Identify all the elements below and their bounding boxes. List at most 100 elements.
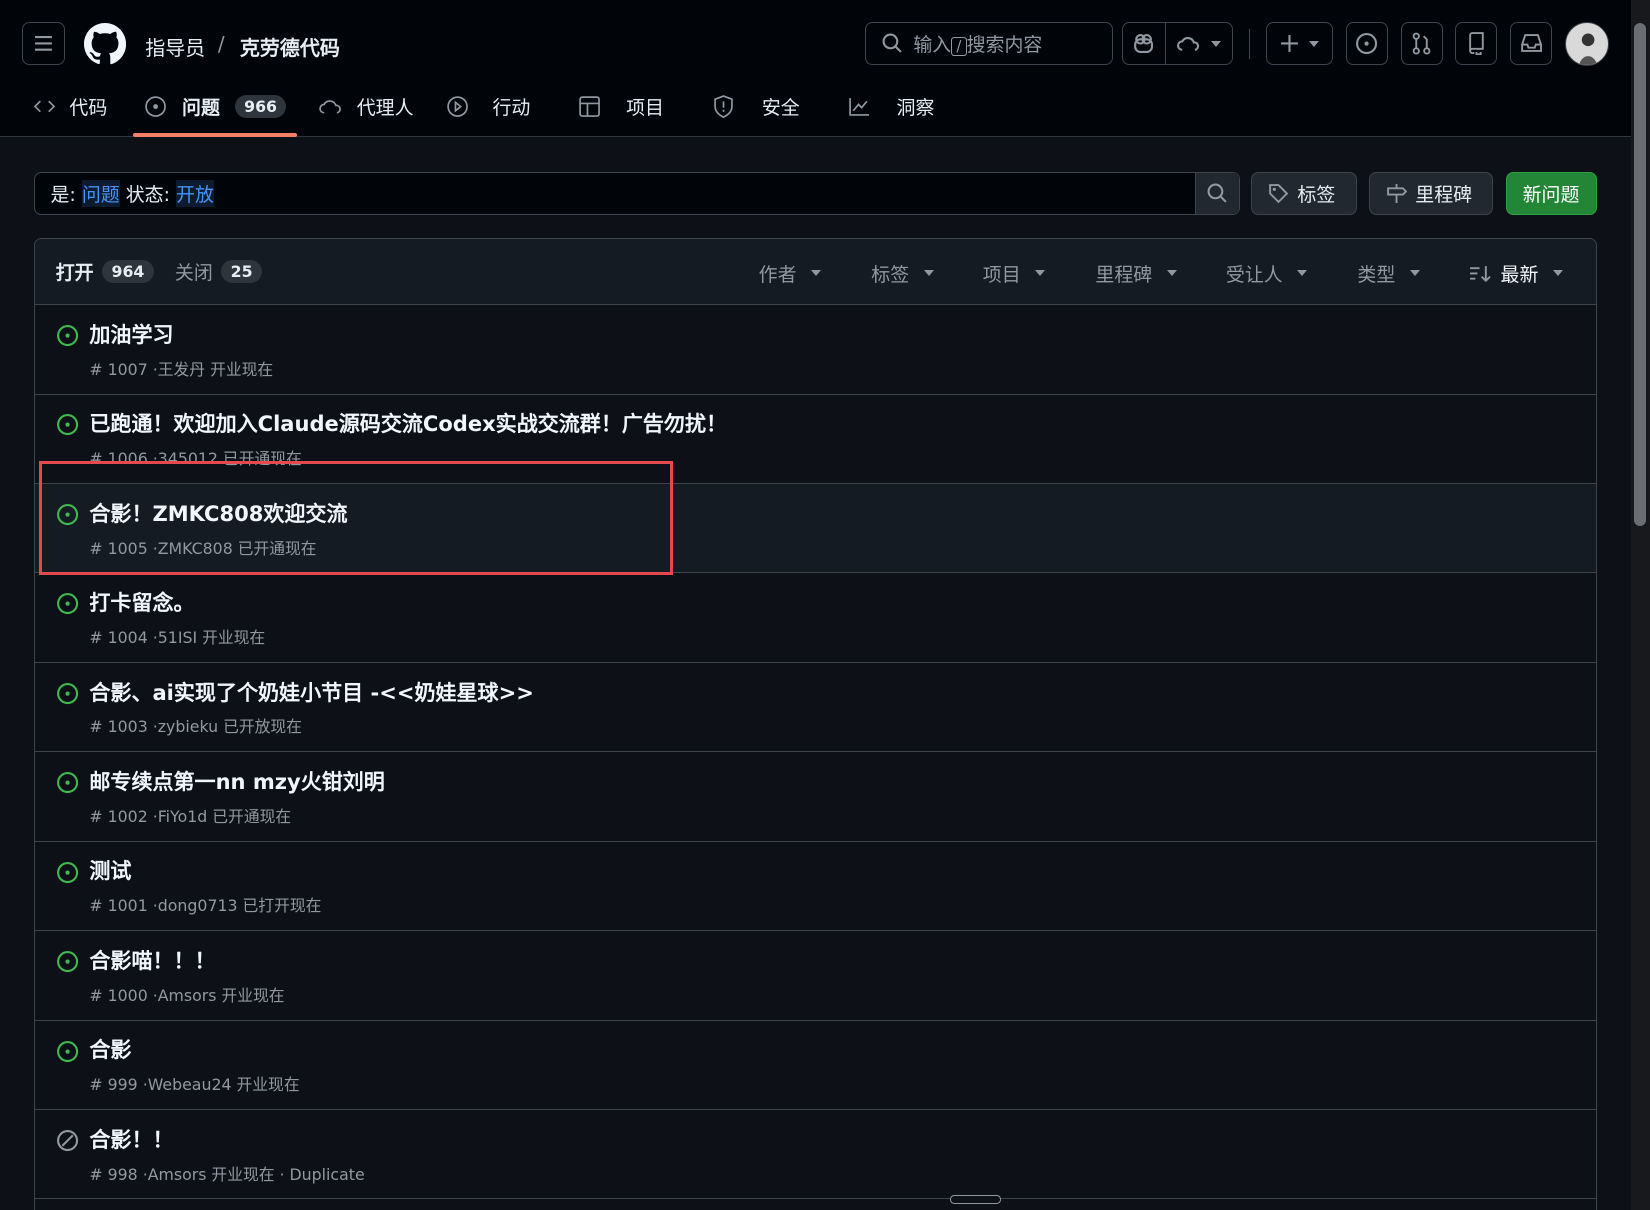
issue-row[interactable]: 合影喵！！！ # 1000 ·Amsors 开业现在 xyxy=(34,931,1597,1021)
issue-meta: # 998 ·Amsors 开业现在 · Duplicate xyxy=(89,1164,365,1184)
author-filter[interactable]: 作者 xyxy=(759,260,822,287)
sort-dropdown[interactable]: 最新 xyxy=(1469,260,1564,287)
filter-label: 项目 xyxy=(982,263,1021,286)
issue-title-link[interactable]: 打卡留念。 xyxy=(89,587,194,617)
milestone-icon xyxy=(1386,183,1407,203)
horizontal-scrollbar[interactable] xyxy=(950,1195,1001,1204)
inbox-icon xyxy=(1520,34,1542,52)
milestones-filter[interactable]: 里程碑 xyxy=(1095,260,1177,287)
labels-button-label: 标签 xyxy=(1297,183,1336,206)
copilot-group xyxy=(1121,22,1234,66)
issue-title-link[interactable]: 已跑通！欢迎加入Claude源码交流Codex实战交流群！广告勿扰！ xyxy=(89,408,727,438)
pull-requests-button[interactable] xyxy=(1400,22,1443,66)
new-issue-button[interactable]: 新问题 xyxy=(1505,171,1598,215)
milestones-button[interactable]: 里程碑 xyxy=(1369,171,1494,215)
tab-agents[interactable]: 代理人 xyxy=(319,90,414,122)
issue-title-link[interactable]: 邮专续点第一nn mzy火钳刘明 xyxy=(89,766,384,796)
chevron-down-icon xyxy=(1309,40,1320,47)
filter-value: 开放 xyxy=(176,179,214,207)
issue-meta: # 999 ·Webeau24 开业现在 xyxy=(89,1075,300,1095)
global-search-input[interactable]: 输入 / 搜索内容 xyxy=(864,22,1114,66)
tab-insights[interactable]: 洞察 xyxy=(848,90,934,122)
search-placeholder-suffix: 搜索内容 xyxy=(966,34,1043,57)
tab-projects[interactable]: 项目 xyxy=(578,90,664,122)
agent-icon xyxy=(319,100,341,114)
vertical-scrollbar[interactable] xyxy=(1631,0,1650,1210)
chevron-down-icon xyxy=(1210,40,1221,47)
issues-button[interactable] xyxy=(1345,22,1388,66)
issue-meta: # 1004 ·51ISI 开业现在 xyxy=(89,627,266,647)
filter-label: 类型 xyxy=(1357,263,1396,286)
pull-request-icon xyxy=(1412,32,1431,55)
issue-open-icon xyxy=(56,951,78,973)
issue-row[interactable]: 合影！！ # 998 ·Amsors 开业现在 · Duplicate xyxy=(34,1110,1597,1200)
filter-search-button[interactable] xyxy=(1195,172,1239,214)
closed-count-badge: 25 xyxy=(221,259,263,284)
tab-label: 项目 xyxy=(626,96,664,119)
filter-key: 是: xyxy=(50,183,76,206)
issue-title-link[interactable]: 合影、ai实现了个奶娃小节目 -<<奶娃星球>> xyxy=(89,677,533,707)
chevron-down-icon xyxy=(1035,270,1046,277)
hamburger-icon xyxy=(35,36,53,52)
type-filter[interactable]: 类型 xyxy=(1357,260,1421,287)
copilot-button[interactable] xyxy=(1123,23,1166,65)
highlight-annotation-box xyxy=(38,460,674,575)
tab-label: 洞察 xyxy=(896,96,935,119)
labels-filter[interactable]: 标签 xyxy=(871,260,934,287)
issue-open-icon xyxy=(56,325,78,347)
closed-issues-tab[interactable]: 关闭 xyxy=(175,258,213,285)
milestones-button-label: 里程碑 xyxy=(1415,183,1473,206)
issue-filter-input[interactable]: 是: 问题 状态: 开放 xyxy=(33,171,1240,215)
tab-label: 问题 xyxy=(182,96,220,119)
issue-open-icon xyxy=(56,1040,78,1062)
assignee-filter[interactable]: 受让人 xyxy=(1226,260,1308,287)
create-new-button[interactable] xyxy=(1265,22,1334,66)
agent-menu-button[interactable] xyxy=(1166,34,1232,53)
issue-row[interactable]: 合影、ai实现了个奶娃小节目 -<<奶娃星球>> # 1003 ·zybieku … xyxy=(34,663,1597,753)
issue-title-link[interactable]: 加油学习 xyxy=(89,319,173,349)
tab-issues[interactable]: 问题 966 xyxy=(144,90,287,122)
issue-skipped-icon xyxy=(56,1130,78,1152)
active-tab-indicator xyxy=(132,132,297,137)
menu-button[interactable] xyxy=(22,22,66,66)
labels-button[interactable]: 标签 xyxy=(1251,171,1358,215)
filter-value: 问题 xyxy=(81,179,120,207)
tab-actions[interactable]: 行动 xyxy=(446,90,530,122)
user-avatar[interactable] xyxy=(1564,22,1609,67)
tab-code[interactable]: 代码 xyxy=(33,90,107,122)
shield-icon xyxy=(714,94,734,118)
github-logo-icon[interactable] xyxy=(84,23,127,65)
issue-meta: # 1007 ·王发丹 开业现在 xyxy=(89,359,274,379)
tab-label: 代理人 xyxy=(356,96,414,119)
search-icon xyxy=(1207,183,1227,203)
issue-title-link[interactable]: 合影喵！！！ xyxy=(89,945,215,975)
issue-list-header: 打开 964 关闭 25 作者 标签 项目 里程碑 受让人 类型 最新 xyxy=(34,238,1597,306)
filter-label: 标签 xyxy=(871,263,910,286)
breadcrumb-separator: / xyxy=(217,31,225,56)
issue-row[interactable]: 打卡留念。 # 1004 ·51ISI 开业现在 xyxy=(34,573,1597,663)
issue-open-icon xyxy=(56,861,78,883)
avatar-image-icon xyxy=(1578,33,1597,66)
issue-title-link[interactable]: 测试 xyxy=(89,855,131,885)
github-issues-page: 指导员 / 克劳德代码 输入 / 搜索内容 代码 问题 966 代理人 行动 项… xyxy=(0,0,1650,1210)
open-issues-tab[interactable]: 打开 xyxy=(56,258,94,285)
repositories-button[interactable] xyxy=(1455,22,1498,66)
tab-security[interactable]: 安全 xyxy=(713,90,800,122)
inbox-button[interactable] xyxy=(1510,22,1553,66)
issue-row[interactable]: 合影 # 999 ·Webeau24 开业现在 xyxy=(34,1021,1597,1111)
issue-title-link[interactable]: 合影！！ xyxy=(89,1124,173,1154)
projects-filter[interactable]: 项目 xyxy=(983,260,1046,287)
tab-label: 安全 xyxy=(761,96,800,119)
issue-title-link[interactable]: 合影 xyxy=(89,1034,131,1064)
graph-icon xyxy=(849,97,870,116)
issue-meta: # 1000 ·Amsors 开业现在 xyxy=(89,985,285,1005)
issue-row[interactable]: 邮专续点第一nn mzy火钳刘明 # 1002 ·FiYo1d 已开通现在 xyxy=(34,752,1597,842)
breadcrumb-repo[interactable]: 克劳德代码 xyxy=(240,32,340,61)
repo-icon xyxy=(1469,32,1484,56)
issue-meta: # 1001 ·dong0713 已打开现在 xyxy=(89,896,322,916)
breadcrumb-owner[interactable]: 指导员 xyxy=(145,32,205,61)
issue-row[interactable]: 加油学习 # 1007 ·王发丹 开业现在 xyxy=(34,305,1597,395)
tab-label: 行动 xyxy=(492,96,531,119)
scrollbar-thumb[interactable] xyxy=(1634,23,1646,527)
issue-row[interactable]: 测试 # 1001 ·dong0713 已打开现在 xyxy=(34,842,1597,932)
